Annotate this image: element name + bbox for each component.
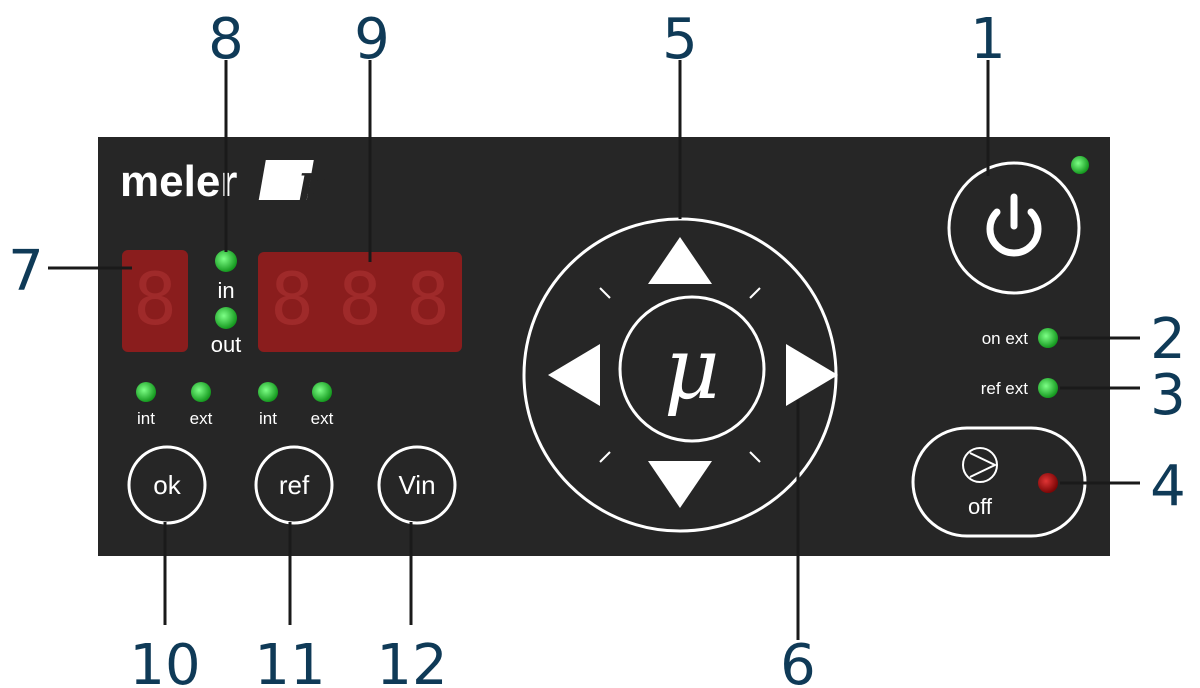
led-ok-int — [136, 382, 156, 402]
callout-5: 5 — [662, 7, 698, 72]
led-in — [215, 250, 237, 272]
ok-button-label: ok — [153, 470, 181, 500]
mu-center-label: μ — [664, 319, 720, 419]
callout-11: 11 — [254, 633, 325, 688]
on-ext-led — [1038, 328, 1058, 348]
led-in-label: in — [217, 278, 234, 303]
main-digit-3: 8 — [406, 257, 449, 341]
power-led — [1071, 156, 1089, 174]
callout-6: 6 — [780, 633, 816, 688]
led-ref-int — [258, 382, 278, 402]
callout-9: 9 — [354, 7, 390, 72]
vin-button-label: Vin — [398, 470, 435, 500]
led-ok-ext — [191, 382, 211, 402]
on-ext-label: on ext — [982, 329, 1029, 348]
led-out — [215, 307, 237, 329]
led-ref-ext — [312, 382, 332, 402]
callout-3: 3 — [1150, 363, 1186, 428]
main-digit-1: 8 — [270, 257, 313, 341]
pump-off-button[interactable]: off — [911, 426, 1087, 538]
led-ref-ext-label: ext — [311, 409, 334, 428]
brand-name: meler — [120, 157, 237, 206]
brand-logo: meler μ — [120, 157, 327, 206]
main-digit-2: 8 — [338, 257, 381, 341]
callout-10: 10 — [129, 633, 200, 688]
ref-button-label: ref — [279, 470, 310, 500]
brand-mark-glyph: μ — [298, 157, 327, 204]
callout-12: 12 — [376, 633, 447, 688]
pump-off-led — [1038, 473, 1058, 493]
led-ok-ext-label: ext — [190, 409, 213, 428]
led-ok-int-label: int — [137, 409, 155, 428]
left-digit: 8 — [133, 257, 176, 341]
ref-ext-label: ref ext — [981, 379, 1029, 398]
led-ref-int-label: int — [259, 409, 277, 428]
callout-1: 1 — [970, 7, 1006, 72]
power-button[interactable] — [947, 161, 1081, 295]
pump-off-label: off — [968, 494, 993, 519]
callout-8: 8 — [208, 7, 244, 72]
ref-button[interactable]: ref — [254, 445, 334, 525]
control-panel-diagram: meler μ 8 in out 8 8 8 int ext int ext o… — [8, 7, 1186, 688]
callout-7: 7 — [8, 239, 44, 304]
led-out-label: out — [211, 332, 242, 357]
vin-button[interactable]: Vin — [377, 445, 457, 525]
ok-button[interactable]: ok — [127, 445, 207, 525]
mu-center-button[interactable]: μ — [618, 295, 766, 443]
ref-ext-led — [1038, 378, 1058, 398]
callout-4: 4 — [1150, 454, 1186, 519]
